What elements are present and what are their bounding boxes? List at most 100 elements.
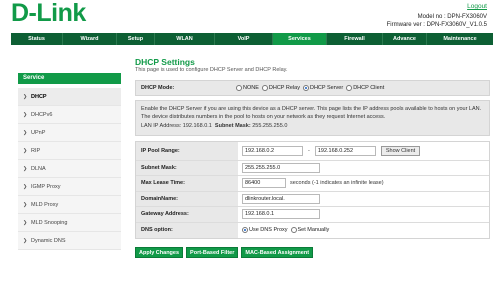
main-content: DHCP Settings This page is used to confi… bbox=[135, 57, 490, 258]
radio-label: Set Manually bbox=[297, 227, 330, 234]
sidebar-item-dhcp[interactable]: ❯ DHCP bbox=[18, 88, 121, 106]
domain-name-label: DomainName: bbox=[136, 191, 238, 206]
tab-maintenance[interactable]: Maintenance bbox=[427, 33, 493, 45]
chevron-right-icon: ❯ bbox=[23, 238, 28, 244]
max-lease-label: Max Lease Time: bbox=[136, 176, 238, 191]
radio-icon[interactable] bbox=[261, 85, 268, 91]
sidebar-item-label: DHCP bbox=[31, 94, 47, 100]
lan-ip-label: LAN IP Address: bbox=[141, 123, 182, 129]
gateway-row: Gateway Address: 192.168.0.1 bbox=[136, 207, 489, 223]
sidebar-item-upnp[interactable]: ❯ UPnP bbox=[18, 124, 121, 142]
show-client-button[interactable]: Show Client bbox=[380, 145, 421, 156]
radio-label: DHCP Server bbox=[309, 85, 344, 91]
tab-wizard[interactable]: Wizard bbox=[63, 33, 117, 45]
device-info: Model no : DPN-FX3060V Firmware ver : DP… bbox=[387, 13, 487, 29]
sidebar: Service ❯ DHCP ❯ DHCPv6 ❯ UPnP ❯ RIP ❯ DLNA ❯… bbox=[18, 73, 121, 250]
chevron-right-icon: ❯ bbox=[23, 112, 28, 118]
lease-time-input[interactable]: 86400 bbox=[242, 178, 286, 189]
sidebar-item-dhcpv6[interactable]: ❯ DHCPv6 bbox=[18, 106, 121, 124]
sidebar-header: Service bbox=[18, 73, 121, 84]
range-dash: - bbox=[308, 147, 310, 154]
dns-option-row: DNS option: Use DNS Proxy Set Manually bbox=[136, 222, 489, 238]
dlink-logo: D-Link bbox=[11, 0, 86, 27]
lan-ip-value: 192.168.0.1 bbox=[182, 123, 212, 129]
domain-name-input[interactable]: dlinkrouter.local. bbox=[242, 193, 320, 204]
chevron-right-icon: ❯ bbox=[23, 184, 28, 190]
radio-use-dns-proxy[interactable]: Use DNS Proxy bbox=[242, 227, 288, 234]
radio-label: NONE bbox=[243, 85, 259, 91]
page-subtitle: This page is used to configure DHCP Serv… bbox=[135, 67, 288, 73]
tab-firewall[interactable]: Firewall bbox=[327, 33, 383, 45]
sidebar-item-label: UPnP bbox=[31, 130, 46, 136]
description-text: Enable the DHCP Server if you are using … bbox=[141, 106, 482, 120]
pool-start-input[interactable]: 192.168.0.2 bbox=[242, 145, 303, 156]
pool-end-input[interactable]: 192.168.0.252 bbox=[314, 145, 376, 156]
logout-link[interactable]: Logout bbox=[467, 3, 487, 10]
ip-pool-label: IP Pool Range: bbox=[136, 141, 238, 160]
top-nav: Status Wizard Setup WLAN VoIP Services F… bbox=[11, 33, 493, 45]
chevron-right-icon: ❯ bbox=[23, 202, 28, 208]
tab-wlan[interactable]: WLAN bbox=[155, 33, 215, 45]
firmware-version: Firmware ver : DPN-FX3060V_V1.0.5 bbox=[386, 22, 487, 28]
model-number: Model no : DPN-FX3060V bbox=[417, 14, 487, 20]
dhcp-mode-radio-group: NONE DHCP Relay DHCP Server DHCP Client bbox=[236, 85, 387, 91]
gateway-input[interactable]: 192.168.0.1 bbox=[242, 209, 320, 220]
lan-info: LAN IP Address: 192.168.0.1 Subnet Mask:… bbox=[141, 123, 484, 131]
chevron-right-icon: ❯ bbox=[23, 94, 28, 100]
lease-hint: seconds (-1 indicates an infinite lease) bbox=[290, 180, 384, 187]
dhcp-server-form: IP Pool Range: 192.168.0.2 - 192.168.0.2… bbox=[135, 140, 490, 239]
sidebar-item-mld-snooping[interactable]: ❯ MLD Snooping bbox=[18, 214, 121, 232]
sidebar-item-igmp-proxy[interactable]: ❯ IGMP Proxy bbox=[18, 178, 121, 196]
tab-setup[interactable]: Setup bbox=[117, 33, 155, 45]
radio-icon[interactable] bbox=[346, 85, 353, 91]
sidebar-item-dlna[interactable]: ❯ DLNA bbox=[18, 160, 121, 178]
radio-icon[interactable] bbox=[236, 85, 242, 91]
sidebar-item-label: DLNA bbox=[31, 166, 46, 172]
sidebar-item-rip[interactable]: ❯ RIP bbox=[18, 142, 121, 160]
radio-set-manually[interactable]: Set Manually bbox=[290, 227, 330, 234]
sidebar-item-label: MLD Snooping bbox=[31, 220, 68, 226]
radio-dhcp-client[interactable]: DHCP Client bbox=[346, 85, 384, 91]
sidebar-item-label: DHCPv6 bbox=[31, 112, 53, 118]
radio-icon[interactable] bbox=[290, 227, 297, 234]
mac-based-assignment-button[interactable]: MAC-Based Assignment bbox=[241, 247, 314, 258]
radio-dhcp-server[interactable]: DHCP Server bbox=[302, 85, 344, 91]
dhcp-mode-label: DHCP Mode: bbox=[141, 85, 175, 91]
header: D-Link Logout Model no : DPN-FX3060V Fir… bbox=[0, 0, 500, 30]
apply-changes-button[interactable]: Apply Changes bbox=[135, 247, 184, 258]
sidebar-item-mld-proxy[interactable]: ❯ MLD Proxy bbox=[18, 196, 121, 214]
subnet-mask-label: Subnet Mask: bbox=[136, 160, 238, 175]
subnet-label: Subnet Mask: bbox=[214, 123, 251, 129]
tab-voip[interactable]: VoIP bbox=[215, 33, 273, 45]
description-panel: Enable the DHCP Server if you are using … bbox=[135, 100, 490, 136]
dns-option-label: DNS option: bbox=[136, 222, 238, 238]
sidebar-item-dynamic-dns[interactable]: ❯ Dynamic DNS bbox=[18, 232, 121, 250]
page-title: DHCP Settings bbox=[135, 57, 195, 67]
chevron-right-icon: ❯ bbox=[23, 166, 28, 172]
sidebar-item-label: Dynamic DNS bbox=[31, 238, 66, 244]
domain-name-row: DomainName: dlinkrouter.local. bbox=[136, 191, 489, 207]
tab-advance[interactable]: Advance bbox=[383, 33, 427, 45]
sidebar-item-label: IGMP Proxy bbox=[31, 184, 61, 190]
radio-label: DHCP Client bbox=[353, 85, 385, 91]
subnet-mask-row: Subnet Mask: 255.255.255.0 bbox=[136, 160, 489, 176]
subnet-value: 255.255.255.0 bbox=[252, 123, 288, 129]
radio-icon[interactable] bbox=[302, 85, 309, 91]
sidebar-item-label: MLD Proxy bbox=[31, 202, 59, 208]
chevron-right-icon: ❯ bbox=[23, 148, 28, 154]
tab-status[interactable]: Status bbox=[11, 33, 63, 45]
tab-services[interactable]: Services bbox=[273, 33, 327, 45]
max-lease-row: Max Lease Time: 86400 seconds (-1 indica… bbox=[136, 176, 489, 192]
sidebar-item-label: RIP bbox=[31, 148, 41, 154]
radio-label: Use DNS Proxy bbox=[249, 227, 288, 234]
ip-pool-row: IP Pool Range: 192.168.0.2 - 192.168.0.2… bbox=[136, 141, 489, 161]
port-based-filter-button[interactable]: Port-Based Filter bbox=[186, 247, 239, 258]
chevron-right-icon: ❯ bbox=[23, 220, 28, 226]
radio-none[interactable]: NONE bbox=[236, 85, 259, 91]
action-buttons: Apply Changes Port-Based Filter MAC-Base… bbox=[135, 247, 490, 258]
subnet-mask-input[interactable]: 255.255.255.0 bbox=[242, 162, 320, 173]
dhcp-mode-row: DHCP Mode: NONE DHCP Relay DHCP Server D… bbox=[135, 80, 490, 96]
radio-label: DHCP Relay bbox=[268, 85, 300, 91]
radio-dhcp-relay[interactable]: DHCP Relay bbox=[261, 85, 300, 91]
radio-icon[interactable] bbox=[242, 227, 248, 234]
